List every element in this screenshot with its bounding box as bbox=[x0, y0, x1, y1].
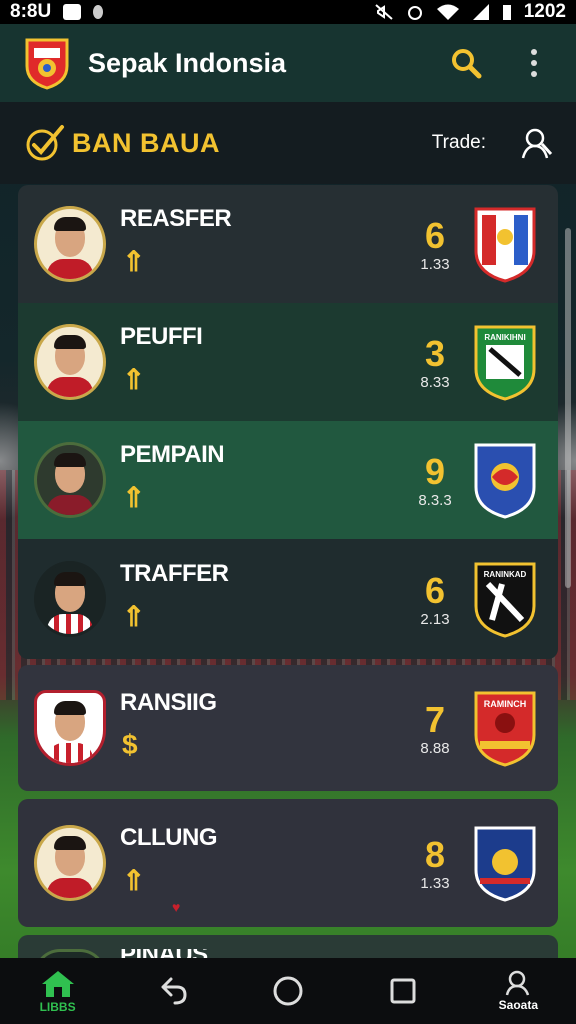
heart-icon: ♥ bbox=[172, 899, 181, 915]
notification-icon bbox=[63, 4, 82, 20]
nav-profile[interactable]: Saoata bbox=[483, 961, 553, 1021]
nav-home-circle[interactable] bbox=[253, 961, 323, 1021]
nav-home-label: LIBBS bbox=[39, 1000, 76, 1014]
stat-value: 3 bbox=[424, 332, 446, 374]
player-name: PEMPAIN bbox=[120, 441, 225, 468]
profile-search-icon bbox=[506, 970, 530, 996]
club-badge-icon bbox=[474, 207, 536, 283]
club-badge-text: RANINKAD bbox=[484, 570, 527, 579]
player-stat: 8 1.33 bbox=[410, 833, 460, 892]
alarm-icon bbox=[407, 6, 422, 20]
rank-up-icon: ⇑ bbox=[122, 482, 146, 513]
nav-profile-label: Saoata bbox=[498, 998, 539, 1012]
stat-subvalue: 8.33 bbox=[420, 373, 450, 391]
trade-label[interactable]: Trade: bbox=[432, 132, 486, 154]
stat-subvalue: 1.33 bbox=[420, 874, 450, 892]
stat-value: 8 bbox=[424, 833, 446, 875]
search-icon bbox=[452, 49, 482, 79]
player-avatar bbox=[34, 690, 106, 766]
club-crest-icon[interactable] bbox=[24, 36, 70, 90]
player-name: TRAFFER bbox=[120, 560, 229, 587]
stat-value: 6 bbox=[424, 569, 446, 611]
club-badge-icon: RANINKAD bbox=[474, 562, 536, 638]
nav-recents[interactable] bbox=[368, 961, 438, 1021]
nav-back[interactable] bbox=[138, 961, 208, 1021]
nav-home[interactable]: LIBBS bbox=[23, 961, 93, 1021]
status-right-text: 1202 bbox=[523, 1, 566, 22]
player-stat: 6 1.33 bbox=[410, 214, 460, 273]
scrollbar[interactable] bbox=[565, 228, 571, 588]
stat-subvalue: 2.13 bbox=[420, 610, 450, 628]
rank-up-icon: ⇑ bbox=[122, 364, 146, 395]
player-stat: 7 8.88 bbox=[410, 698, 460, 757]
rank-up-icon: ⇑ bbox=[122, 865, 146, 896]
list-item[interactable]: PEMPAIN ⇑ 9 8.3.3 bbox=[18, 421, 558, 539]
player-name: RANSIIG bbox=[120, 689, 217, 716]
club-badge-icon bbox=[474, 443, 536, 519]
back-icon bbox=[161, 977, 187, 1005]
status-time: 8:8U bbox=[10, 1, 52, 22]
signal-icon bbox=[472, 4, 489, 20]
more-vert-icon bbox=[531, 49, 537, 77]
wifi-icon bbox=[436, 4, 459, 20]
player-name: PEUFFI bbox=[120, 323, 203, 350]
app-bar: Sepak Indonsia bbox=[0, 24, 576, 102]
player-name: CLLUNG bbox=[120, 824, 217, 851]
list-item[interactable]: RANSIIG $ 7 8.88 RAMINCH bbox=[18, 665, 558, 791]
list-item[interactable]: CLLUNG ⇑ 8 1.33 ♥ bbox=[18, 799, 558, 927]
list-item[interactable]: PEUFFI ⇑ 3 8.33 RANIKIHNI bbox=[18, 303, 558, 421]
stat-subvalue: 8.88 bbox=[420, 739, 450, 757]
user-search-icon[interactable] bbox=[520, 126, 554, 160]
stat-value: 6 bbox=[424, 214, 446, 256]
mute-icon bbox=[375, 4, 393, 20]
check-badge-icon bbox=[26, 125, 64, 161]
club-badge-text: RAMINCH bbox=[484, 699, 527, 709]
player-avatar bbox=[34, 825, 106, 901]
club-badge-icon bbox=[474, 826, 536, 902]
more-options-button[interactable] bbox=[510, 39, 558, 87]
list-item[interactable]: REASFER ⇑ 6 1.33 bbox=[18, 185, 558, 303]
bottom-nav: LIBBS Saoata bbox=[0, 958, 576, 1024]
status-bar: 8:8U 1202 bbox=[0, 0, 576, 24]
player-avatar bbox=[34, 324, 106, 400]
currency-icon: $ bbox=[122, 729, 138, 760]
stat-subvalue: 8.3.3 bbox=[418, 491, 452, 509]
club-badge-text: RANIKIHNI bbox=[484, 333, 525, 342]
location-icon bbox=[93, 5, 104, 19]
player-avatar bbox=[34, 206, 106, 282]
player-avatar bbox=[34, 442, 106, 518]
club-badge-icon: RANIKIHNI bbox=[474, 325, 536, 401]
player-stat: 3 8.33 bbox=[410, 332, 460, 391]
rank-up-icon: ⇑ bbox=[122, 246, 146, 277]
rank-up-icon: ⇑ bbox=[122, 601, 146, 632]
stat-value: 7 bbox=[424, 698, 446, 740]
battery-icon bbox=[502, 5, 511, 20]
search-button[interactable] bbox=[442, 39, 490, 87]
club-badge-icon: RAMINCH bbox=[474, 691, 536, 767]
player-name: REASFER bbox=[120, 205, 232, 232]
home-icon bbox=[41, 971, 74, 997]
section-header: BAN BAUA Trade: bbox=[0, 102, 576, 184]
recents-icon bbox=[390, 978, 416, 1004]
list-item[interactable]: TRAFFER ⇑ 6 2.13 RANINKAD bbox=[18, 539, 558, 659]
circle-home-icon bbox=[273, 976, 303, 1006]
app-title: Sepak Indonsia bbox=[88, 47, 287, 78]
player-stat: 6 2.13 bbox=[410, 569, 460, 628]
player-avatar bbox=[34, 561, 106, 637]
stat-subvalue: 1.33 bbox=[420, 255, 450, 273]
stat-value: 9 bbox=[424, 450, 446, 492]
player-stat: 9 8.3.3 bbox=[410, 450, 460, 509]
player-list: REASFER ⇑ 6 1.33 PEUFFI ⇑ 3 8.33 RANIKIH… bbox=[18, 185, 558, 975]
section-title: BAN BAUA bbox=[72, 127, 220, 158]
